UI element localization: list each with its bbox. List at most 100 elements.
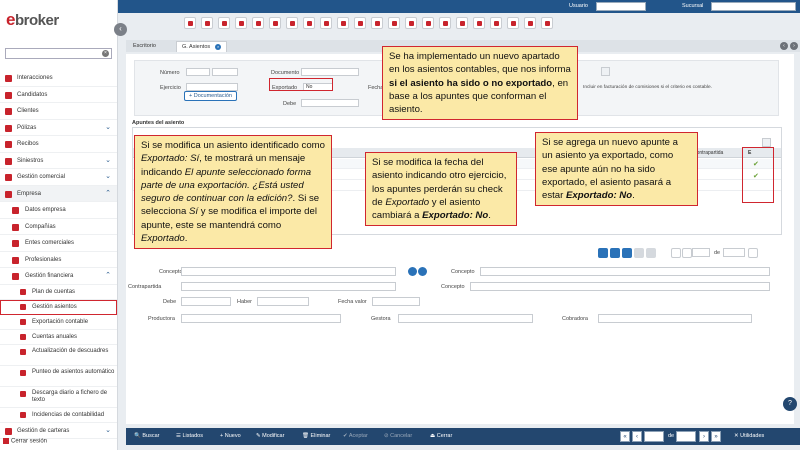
sidebar-item-profesionales[interactable]: Profesionales (0, 252, 117, 268)
toolbar-polizas-icon[interactable] (235, 17, 247, 29)
debe-detail-field[interactable] (181, 297, 231, 306)
eliminar-button[interactable]: 🗑 Eliminar (300, 431, 332, 442)
sidebar-item-descarga-diario-a-fichero-de-texto[interactable]: Descarga diario a fichero de texto (0, 387, 117, 408)
debe-field[interactable] (301, 99, 359, 107)
toolbar-candidatos-icon[interactable] (201, 17, 213, 29)
toolbar-configuracion-icon[interactable] (473, 17, 485, 29)
next-page-icon[interactable] (748, 248, 758, 258)
tabs-next-icon[interactable]: › (790, 42, 798, 50)
sidebar-item-siniestros[interactable]: Siniestros ⌄ (0, 153, 117, 170)
listados-button[interactable]: ☰ Listados (174, 431, 205, 442)
toolbar-siniestros-icon[interactable] (269, 17, 281, 29)
sidebar-item-pólizas[interactable]: Pólizas ⌄ (0, 120, 117, 137)
toolbar-empresa-icon[interactable] (303, 17, 315, 29)
toolbar-profesionales-icon[interactable] (354, 17, 366, 29)
collapse-sidebar-button[interactable]: ‹ (114, 23, 127, 36)
nuevo-button[interactable]: + Nuevo (218, 431, 243, 442)
sidebar-item-clientes[interactable]: Clientes (0, 103, 117, 120)
page-input[interactable] (692, 248, 710, 257)
chevron-down-icon[interactable]: ⌄ (105, 153, 111, 170)
toolbar-contabilidad-icon[interactable] (439, 17, 451, 29)
documentacion-button[interactable]: + Documentación (184, 91, 237, 101)
contrapartida-field[interactable] (181, 282, 396, 291)
sidebar-item-gestión-de-carteras[interactable]: Gestión de carteras ⌄ (0, 423, 117, 440)
sidebar-item-datos-empresa[interactable]: Datos empresa (0, 202, 117, 219)
bottom-next-icon[interactable]: › (699, 431, 709, 442)
view-alt-icon[interactable] (418, 267, 427, 276)
buscar-button[interactable]: 🔍 Buscar (132, 431, 162, 442)
sidebar-item-recibos[interactable]: Recibos (0, 136, 117, 153)
sidebar-item-entes-comerciales[interactable]: Entes comerciales (0, 235, 117, 252)
numero-field-1[interactable] (186, 68, 210, 76)
toolbar-cartera-icon[interactable] (524, 17, 536, 29)
delete-apunte-icon[interactable] (622, 248, 632, 258)
calendar-icon[interactable] (601, 67, 610, 76)
add-apunte-icon[interactable] (598, 248, 608, 258)
sidebar-item-compañías[interactable]: Compañías (0, 219, 117, 235)
sidebar-item-gestión-comercial[interactable]: Gestión comercial ⌄ (0, 169, 117, 186)
bottom-first-icon[interactable]: « (620, 431, 630, 442)
sidebar-item-candidatos[interactable]: Candidatos (0, 87, 117, 103)
chevron-up-icon[interactable]: ⌃ (105, 186, 111, 203)
numero-field-2[interactable] (212, 68, 238, 76)
bottom-page-input[interactable] (644, 431, 664, 442)
concepto2-field[interactable] (470, 282, 770, 291)
toolbar-comisiones-icon[interactable] (490, 17, 502, 29)
tabs-prev-icon[interactable]: ‹ (780, 42, 788, 50)
bottom-prev-icon[interactable]: ‹ (632, 431, 642, 442)
toolbar-expand-icon[interactable] (541, 17, 553, 29)
close-session-link[interactable]: Cerrar sesión (3, 438, 47, 445)
help-button[interactable]: ? (783, 397, 797, 411)
edit-apunte-icon[interactable] (610, 248, 620, 258)
menu-search-input[interactable]: × (5, 48, 112, 59)
productora-field[interactable] (181, 314, 341, 323)
close-tab-icon[interactable]: × (215, 44, 222, 50)
toolbar-clientes-icon[interactable] (218, 17, 230, 29)
toolbar-agenda-icon[interactable] (388, 17, 400, 29)
usuario-field[interactable] (596, 2, 646, 11)
documento-field[interactable] (301, 68, 359, 76)
view-icon[interactable] (408, 267, 417, 276)
modificar-button[interactable]: ✎ Modificar (254, 431, 286, 442)
chevron-down-icon[interactable]: ⌄ (105, 169, 111, 186)
concepto-field[interactable] (480, 267, 770, 276)
chevron-down-icon[interactable]: ⌄ (105, 120, 111, 137)
toolbar-informes-icon[interactable] (422, 17, 434, 29)
tab-escritorio[interactable]: Escritorio (128, 41, 161, 52)
sidebar-item-plan-de-cuentas[interactable]: Plan de cuentas (0, 285, 117, 300)
chevron-down-icon[interactable]: ⌄ (105, 423, 111, 440)
clear-search-icon[interactable]: × (102, 50, 109, 57)
toolbar-gestion-comercial-icon[interactable] (286, 17, 298, 29)
bottom-last-icon[interactable]: » (711, 431, 721, 442)
cobradora-field[interactable] (598, 314, 752, 323)
expand-icon[interactable] (762, 138, 771, 147)
first-page-icon[interactable] (671, 248, 681, 258)
concepto-top-field[interactable] (181, 267, 396, 276)
ejercicio-field[interactable] (186, 83, 238, 91)
sidebar-item-punteo-de-asientos-automático[interactable]: Punteo de asientos automático (0, 366, 117, 387)
utilidades-button[interactable]: ✕ Utilidades (732, 431, 766, 442)
sidebar-item-empresa[interactable]: Empresa ⌃ (0, 185, 117, 203)
toolbar-documentos-icon[interactable] (371, 17, 383, 29)
prev-page-icon[interactable] (682, 248, 692, 258)
toolbar-tareas-icon[interactable] (405, 17, 417, 29)
sidebar-item-cuentas-anuales[interactable]: Cuentas anuales (0, 330, 117, 345)
toolbar-recibos-icon[interactable] (252, 17, 264, 29)
sidebar-item-exportación-contable[interactable]: Exportación contable (0, 315, 117, 330)
toolbar-liquidaciones-icon[interactable] (507, 17, 519, 29)
toolbar-entes-icon[interactable] (337, 17, 349, 29)
sidebar-item-actualización-de-descuadres[interactable]: Actualización de descuadres (0, 345, 117, 366)
sidebar-item-gestión-asientos[interactable]: Gestión asientos (0, 299, 117, 315)
sidebar-item-interacciones[interactable]: Interacciones (0, 70, 117, 87)
toolbar-interacciones-icon[interactable] (184, 17, 196, 29)
fecha-valor-field[interactable] (372, 297, 420, 306)
sidebar-item-gestión-financiera[interactable]: Gestión financiera ⌃ (0, 268, 117, 285)
haber-field[interactable] (257, 297, 309, 306)
toolbar-compania-icon[interactable] (320, 17, 332, 29)
gestora-field[interactable] (398, 314, 533, 323)
sucursal-field[interactable] (711, 2, 796, 11)
tab-g-asientos[interactable]: G. Asientos × (176, 41, 228, 52)
cerrar-button[interactable]: ⏏ Cerrar (428, 431, 454, 442)
toolbar-bancos-icon[interactable] (456, 17, 468, 29)
chevron-up-icon[interactable]: ⌃ (105, 268, 111, 285)
